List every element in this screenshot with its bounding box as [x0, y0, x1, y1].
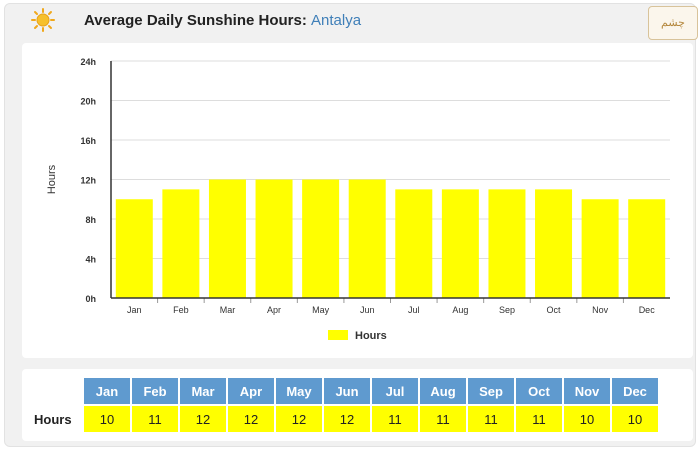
chart-panel: 0h 4h 8h 12h 16h 20h 24h Hours Jan Feb Mar Apr May Ju…: [22, 43, 693, 358]
table-header-row: Jan Feb Mar Apr May Jun Jul Aug Sep Oct Nov Dec: [34, 378, 658, 404]
value-cell: 10: [612, 406, 658, 432]
month-header-cell: May: [276, 378, 322, 404]
table-corner: [34, 378, 82, 404]
x-tick-label: Dec: [639, 305, 656, 315]
bar: [208, 179, 246, 298]
bar: [488, 189, 526, 298]
bar: [255, 179, 293, 298]
bar: [395, 189, 433, 298]
x-tick-label: Mar: [220, 305, 236, 315]
y-tick-label: 20h: [80, 97, 96, 107]
legend-label: Hours: [355, 330, 387, 342]
y-tick-label: 16h: [80, 136, 96, 146]
bar: [302, 179, 340, 298]
value-cell: 12: [324, 406, 370, 432]
month-header-cell: Feb: [132, 378, 178, 404]
value-cell: 12: [276, 406, 322, 432]
bar: [162, 189, 200, 298]
y-tick-label: 0h: [85, 294, 96, 304]
header: Average Daily Sunshine Hours: Antalya چش…: [5, 4, 698, 40]
x-tick-label: Apr: [267, 305, 281, 315]
x-tick-label: Jan: [127, 305, 142, 315]
y-tick-label: 12h: [80, 176, 96, 186]
data-table-panel: Jan Feb Mar Apr May Jun Jul Aug Sep Oct Nov Dec Hou…: [22, 369, 693, 441]
month-header-cell: Aug: [420, 378, 466, 404]
bar: [535, 189, 573, 298]
y-tick-label: 24h: [80, 57, 96, 67]
value-cell: 10: [564, 406, 610, 432]
page-title: Average Daily Sunshine Hours: Antalya: [84, 12, 361, 29]
location-link[interactable]: Antalya: [311, 12, 361, 29]
table-row: Hours 10 11 12 12 12 12 11 11 11 11 10 10: [34, 406, 658, 432]
month-header-cell: Dec: [612, 378, 658, 404]
y-tick-label: 8h: [85, 215, 96, 225]
value-cell: 11: [420, 406, 466, 432]
sun-icon: [31, 8, 55, 32]
bar: [348, 179, 386, 298]
month-header-cell: Jul: [372, 378, 418, 404]
bar: [628, 199, 666, 298]
value-cell: 11: [468, 406, 514, 432]
value-cell: 11: [516, 406, 562, 432]
bar: [441, 189, 479, 298]
y-axis-label: Hours: [46, 164, 58, 194]
x-tick-label: Oct: [547, 305, 562, 315]
x-tick-label: Aug: [452, 305, 468, 315]
month-header-cell: Apr: [228, 378, 274, 404]
sunshine-table: Jan Feb Mar Apr May Jun Jul Aug Sep Oct Nov Dec Hou…: [32, 376, 660, 434]
value-cell: 12: [180, 406, 226, 432]
row-label: Hours: [34, 411, 72, 427]
month-header-cell: Oct: [516, 378, 562, 404]
month-header-cell: Jan: [84, 378, 130, 404]
legend-swatch: [328, 330, 348, 340]
bar: [115, 199, 153, 298]
value-cell: 10: [84, 406, 130, 432]
x-tick-label: May: [312, 305, 330, 315]
logo-text: چشم: [661, 16, 685, 29]
month-header-cell: Jun: [324, 378, 370, 404]
x-tick-label: Sep: [499, 305, 515, 315]
value-cell: 11: [372, 406, 418, 432]
bar: [581, 199, 619, 298]
x-tick-label: Feb: [173, 305, 189, 315]
site-logo: چشم: [648, 6, 698, 40]
x-tick-label: Jun: [360, 305, 375, 315]
value-cell: 11: [132, 406, 178, 432]
month-header-cell: Mar: [180, 378, 226, 404]
x-tick-label: Jul: [408, 305, 420, 315]
title-text: Average Daily Sunshine Hours:: [84, 12, 307, 29]
value-cell: 12: [228, 406, 274, 432]
widget-frame: Average Daily Sunshine Hours: Antalya چش…: [4, 3, 698, 447]
x-tick-label: Nov: [592, 305, 609, 315]
month-header-cell: Nov: [564, 378, 610, 404]
sunshine-bar-chart: 0h 4h 8h 12h 16h 20h 24h Hours Jan Feb Mar Apr May Ju…: [46, 57, 670, 342]
month-header-cell: Sep: [468, 378, 514, 404]
y-tick-label: 4h: [85, 255, 96, 265]
